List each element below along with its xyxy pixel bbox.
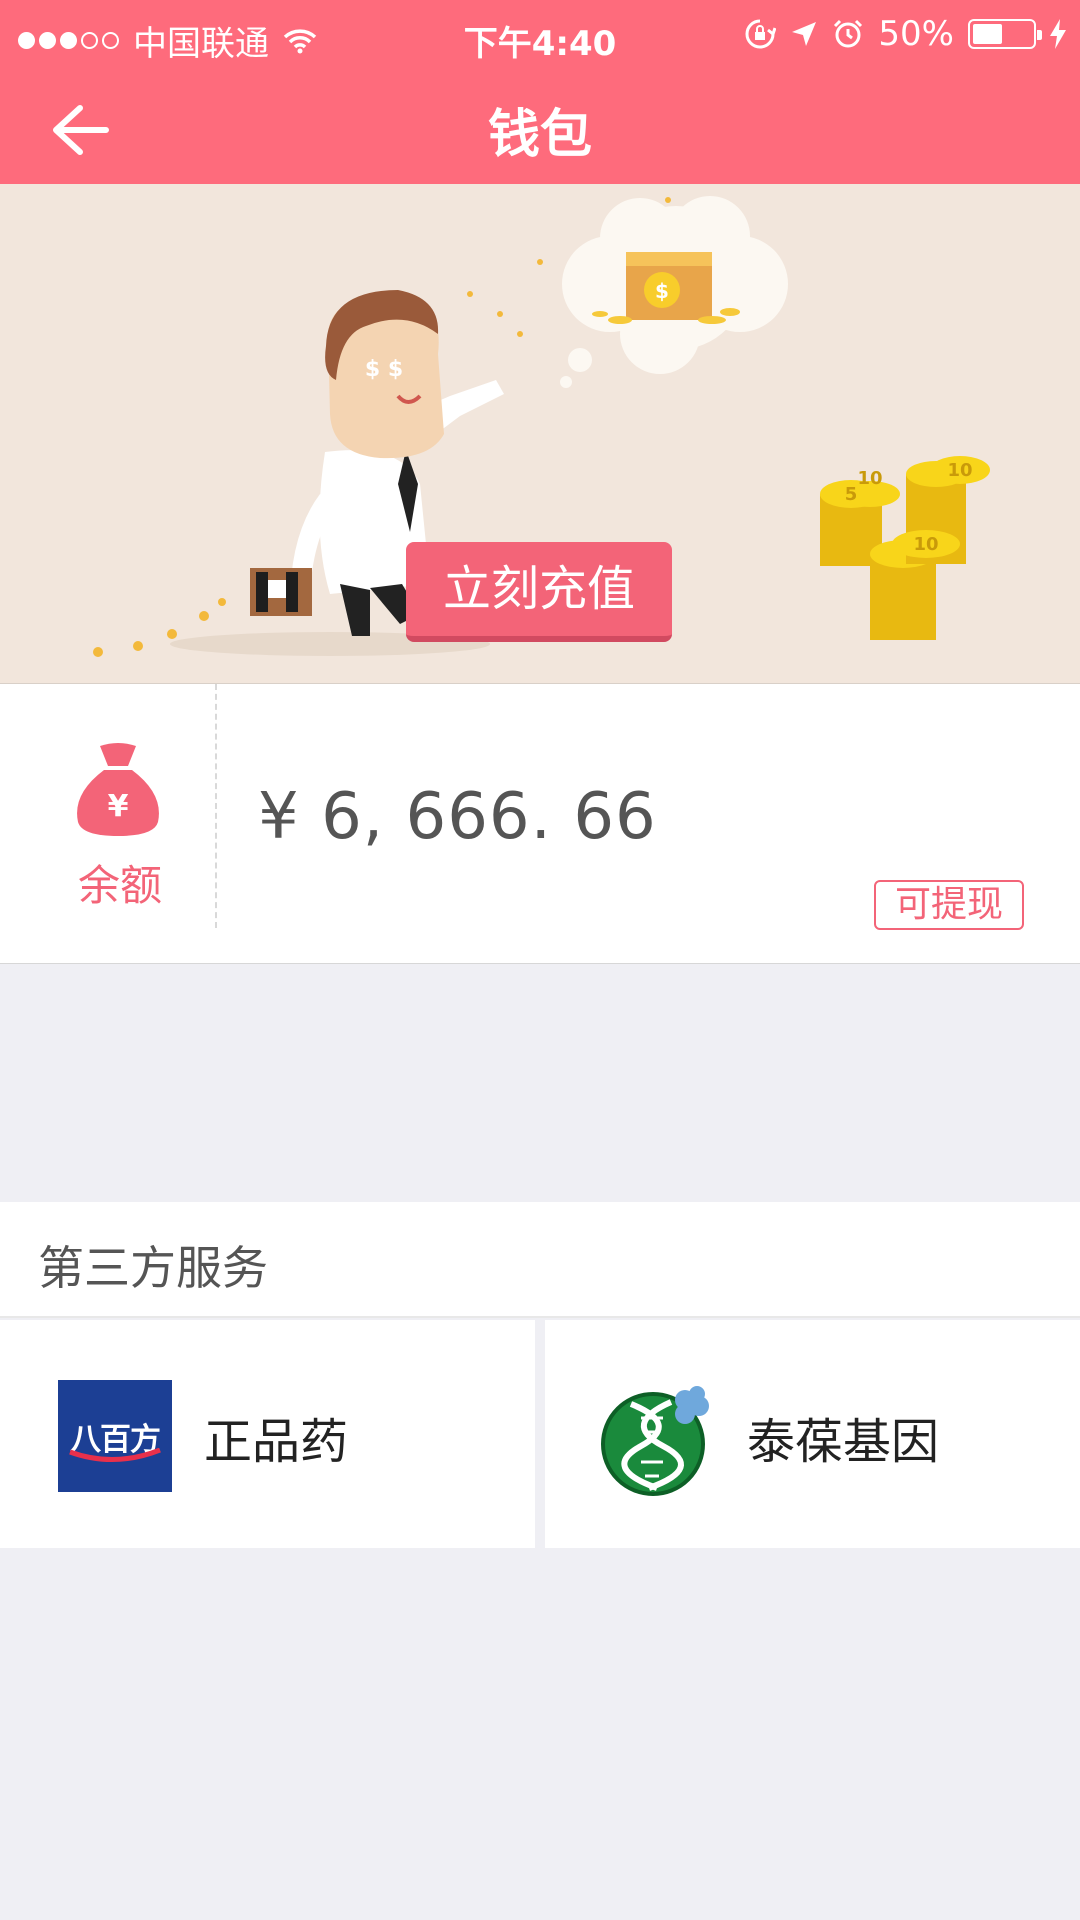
battery-fill [973, 24, 1002, 44]
balance-label-group: ¥ 余额 [0, 684, 216, 964]
location-arrow-icon [792, 22, 817, 46]
service-label: 泰葆基因 [747, 1414, 940, 1470]
svg-text:10: 10 [857, 468, 882, 489]
logo-swoosh-icon [69, 1448, 161, 1462]
orientation-lock-icon [745, 19, 777, 49]
svg-text:5: 5 [845, 484, 858, 505]
balance-amount: ¥ 6, 666. 66 [258, 780, 657, 854]
alarm-icon [834, 19, 863, 48]
svg-text:$ $: $ $ [365, 357, 403, 382]
withdraw-button[interactable]: 可提现 [874, 880, 1024, 930]
babaifang-logo-icon: 八百方 [58, 1380, 172, 1492]
nav-bar: 钱包 [0, 74, 1080, 184]
balance-card: ¥ 余额 ¥ 6, 666. 66 可提现 [0, 684, 1080, 964]
service-label: 正品药 [204, 1414, 349, 1470]
svg-text:10: 10 [913, 534, 938, 555]
recharge-banner: $ $ $ 5 10 10 10 立刻充值 [0, 184, 1080, 684]
service-item-genuine-medicine[interactable]: 八百方 正品药 [0, 1320, 535, 1548]
service-item-gene[interactable]: 泰葆基因 [545, 1320, 1080, 1548]
status-right-group: 50% [744, 14, 1066, 54]
third-party-header: 第三方服务 [0, 1202, 1080, 1318]
recharge-button[interactable]: 立刻充值 [406, 542, 672, 642]
balance-label: 余额 [77, 861, 162, 910]
header: 中国联通 下午4:40 50% 钱包 [0, 0, 1080, 184]
svg-text:10: 10 [947, 460, 972, 481]
svg-text:¥: ¥ [108, 789, 129, 824]
battery-percent: 50% [878, 14, 954, 54]
divider [215, 684, 217, 928]
svg-text:$: $ [655, 279, 669, 303]
section-title: 第三方服务 [38, 1241, 268, 1295]
dna-logo-icon [601, 1386, 709, 1496]
money-bag-icon: ¥ [77, 743, 159, 836]
battery-icon [968, 19, 1042, 49]
page-title: 钱包 [487, 105, 592, 165]
status-bar: 中国联通 下午4:40 50% [0, 0, 1080, 74]
charging-bolt-icon [1050, 19, 1066, 49]
